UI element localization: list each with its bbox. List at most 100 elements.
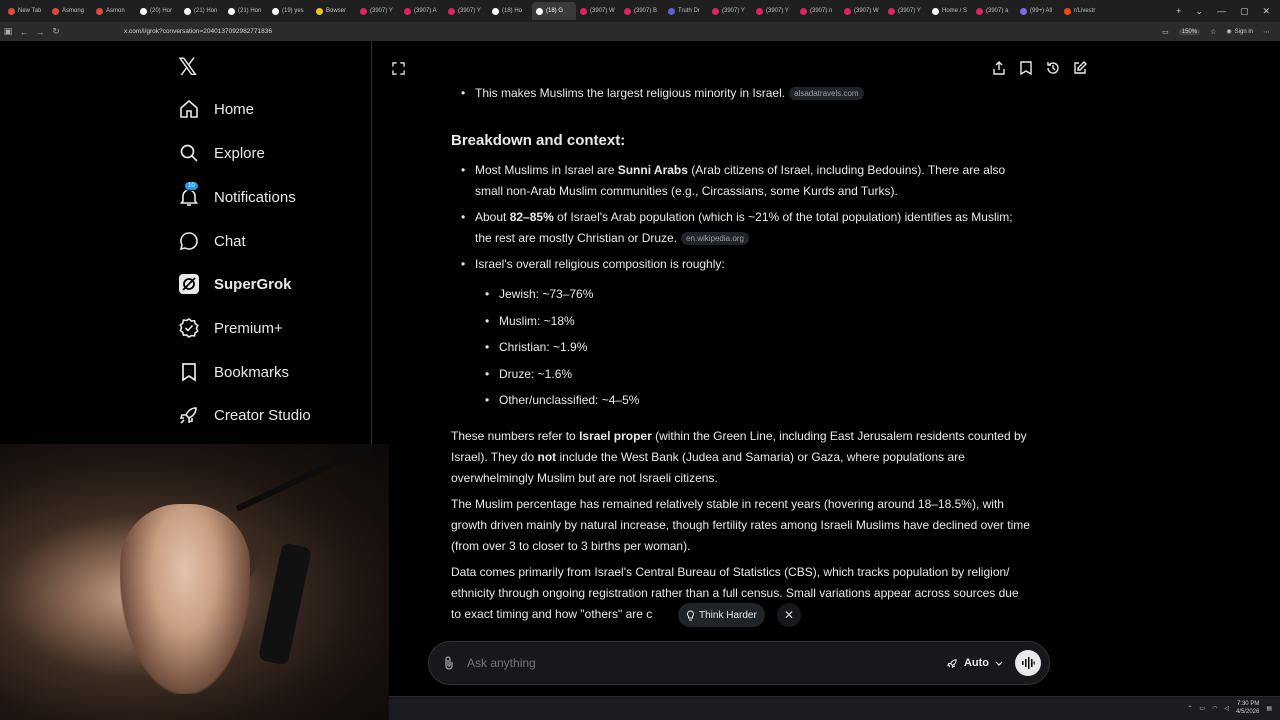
list-item: This makes Muslims the largest religious…	[451, 83, 1031, 104]
source-chip[interactable]: en.wikipedia.org	[681, 232, 749, 245]
text: About	[475, 210, 510, 224]
browser-tab[interactable]: New Tab	[4, 2, 48, 20]
tab-label: (3907) B	[634, 8, 658, 14]
search-icon	[178, 142, 200, 164]
sidebar-item-premium[interactable]: Premium+	[178, 312, 283, 344]
browser-tab[interactable]: (3907) n	[796, 2, 840, 20]
browser-tab[interactable]: (20) Hor	[136, 2, 180, 20]
notifications-tray-icon[interactable]: ▤	[1266, 705, 1272, 712]
browser-tab[interactable]: (3907) A	[400, 2, 444, 20]
chat-icon	[178, 230, 200, 252]
browser-tab[interactable]: Truth Dr	[664, 2, 708, 20]
browser-tab-strip: New Tab Asmong Asmon (20) Hor (21) Hon (21) H…	[0, 0, 1280, 22]
bell-icon: 10	[178, 181, 200, 208]
favorite-star-icon[interactable]: ☆	[1210, 28, 1216, 36]
browser-tab[interactable]: (3907) a	[972, 2, 1016, 20]
browser-tab[interactable]: Asmon	[92, 2, 136, 20]
sidebar-item-label: Creator Studio	[214, 406, 311, 424]
reader-icon[interactable]: ▭	[1162, 28, 1169, 36]
tab-label: r/Livestr	[1074, 8, 1096, 14]
webcam-person	[120, 504, 250, 694]
network-icon[interactable]: ▭	[1199, 705, 1205, 712]
expand-icon[interactable]	[390, 60, 406, 76]
voice-mode-button[interactable]	[1015, 650, 1041, 676]
mode-selector[interactable]: Auto	[946, 657, 1003, 669]
grok-conversation: This makes Muslims the largest religious…	[373, 41, 1106, 696]
close-window-icon[interactable]: ✕	[1262, 6, 1270, 17]
browser-tab[interactable]: (18) G	[532, 2, 576, 20]
forward-icon[interactable]: →	[32, 27, 48, 37]
new-chat-icon[interactable]	[1072, 60, 1088, 76]
reload-icon[interactable]: ↻	[48, 26, 64, 37]
bullet-text: This makes Muslims the largest religious…	[475, 86, 786, 100]
section-heading: Breakdown and context:	[451, 132, 626, 149]
bookmark-icon[interactable]	[1018, 60, 1034, 76]
browser-tab[interactable]: Home / S	[928, 2, 972, 20]
sign-in-button[interactable]: ◉ Sign in	[1226, 28, 1253, 36]
tab-label: Asmong	[62, 8, 85, 14]
favicon-icon	[8, 7, 15, 15]
browser-tab[interactable]: (3907) Y	[884, 2, 928, 20]
x-logo-icon[interactable]: 𝕏	[178, 53, 197, 81]
sidebar-item-supergrok[interactable]: SuperGrok	[178, 268, 292, 300]
browser-tab[interactable]: Bowser	[312, 2, 356, 20]
notification-count-badge: 10	[184, 181, 199, 191]
browser-tab[interactable]: Asmong	[48, 2, 92, 20]
back-icon[interactable]: ←	[16, 27, 32, 37]
url-field[interactable]: x.com/i/grok?conversation=20401370929827…	[124, 28, 1162, 35]
sidebar-toggle-icon[interactable]: ▣	[0, 26, 16, 37]
tab-label: Bowser	[326, 8, 347, 14]
close-icon[interactable]: ✕	[777, 603, 801, 627]
list-item: Other/unclassified: ~4–5%	[475, 387, 1031, 414]
tab-label: (3907) Y	[458, 8, 481, 14]
sidebar-item-home[interactable]: Home	[178, 93, 254, 125]
browser-tab[interactable]: (3907) B	[620, 2, 664, 20]
bold-text: 82–85%	[509, 210, 554, 224]
zoom-level[interactable]: 150%	[1178, 28, 1201, 35]
browser-tab[interactable]: (18) Ho	[488, 2, 532, 20]
sidebar-item-notifications[interactable]: 10 Notifications	[178, 181, 296, 213]
browser-tab[interactable]: r/Livestr	[1060, 2, 1104, 20]
think-harder-button[interactable]: Think Harder	[678, 603, 765, 627]
tab-label: (21) Hon	[194, 8, 218, 14]
sidebar-item-bookmarks[interactable]: Bookmarks	[178, 356, 289, 388]
share-icon[interactable]	[991, 60, 1007, 76]
tab-label: Truth Dr	[678, 8, 700, 14]
ask-input[interactable]	[467, 656, 947, 670]
sidebar-item-chat[interactable]: Chat	[178, 225, 246, 257]
tab-label: (18) Ho	[502, 8, 523, 14]
source-chip[interactable]: alsadatravels.com	[789, 87, 864, 100]
maximize-icon[interactable]: ▢	[1240, 6, 1249, 17]
wifi-icon[interactable]: ◠	[1212, 705, 1217, 712]
list-item: Most Muslims in Israel are Sunni Arabs (…	[451, 160, 1031, 202]
sidebar-item-explore[interactable]: Explore	[178, 137, 265, 169]
tab-label: (3907) W	[590, 8, 615, 14]
browser-tab[interactable]: (3907) Y	[752, 2, 796, 20]
tray-chevron-icon[interactable]: ⌃	[1187, 705, 1192, 712]
browser-tab[interactable]: (3907) W	[840, 2, 884, 20]
volume-icon[interactable]: ◁	[1224, 705, 1229, 712]
favicon-icon	[492, 7, 499, 15]
browser-tab[interactable]: (3907) Y	[708, 2, 752, 20]
tab-list-chevron-icon[interactable]: ⌄	[1195, 6, 1203, 17]
history-icon[interactable]	[1045, 60, 1061, 76]
browser-tab[interactable]: (21) Hon	[224, 2, 268, 20]
profile-icon: ◉	[1226, 29, 1232, 35]
sidebar-item-label: Home	[214, 100, 255, 118]
os-taskbar: ⌃ ▭ ◠ ◁ 7:30 PM 4/5/2026 ▤	[389, 696, 1280, 720]
top-list: This makes Muslims the largest religious…	[451, 83, 1031, 104]
minimize-icon[interactable]: —	[1217, 6, 1226, 16]
menu-dots-icon[interactable]: ⋯	[1263, 28, 1270, 36]
rocket-icon	[946, 658, 957, 668]
attach-icon[interactable]	[431, 656, 467, 670]
browser-tab[interactable]: (99+) All	[1016, 2, 1060, 20]
microphone	[257, 542, 313, 666]
browser-tab[interactable]: (3907) W	[576, 2, 620, 20]
browser-tab[interactable]: (3907) Y	[356, 2, 400, 20]
new-tab-icon[interactable]: +	[1176, 6, 1181, 16]
clock[interactable]: 7:30 PM 4/5/2026	[1236, 700, 1259, 716]
browser-tab[interactable]: (21) Hon	[180, 2, 224, 20]
browser-tab[interactable]: (3907) Y	[444, 2, 488, 20]
sidebar-item-creator-studio[interactable]: Creator Studio	[178, 399, 311, 431]
browser-tab[interactable]: (19) yes	[268, 2, 312, 20]
